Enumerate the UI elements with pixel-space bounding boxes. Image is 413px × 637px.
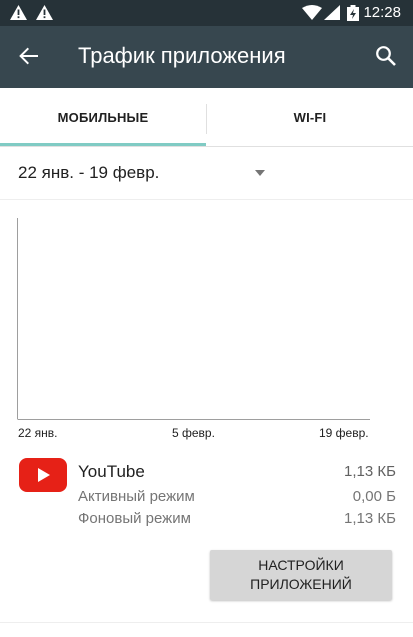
date-range-selector[interactable]: 22 янв. - 19 февр. [0, 147, 413, 200]
background-value: 1,13 КБ [344, 510, 396, 527]
app-total-usage: 1,13 КБ [344, 463, 396, 480]
app-settings-button-line1: НАСТРОЙКИ [258, 557, 344, 573]
date-range-label: 22 янв. - 19 февр. [18, 163, 160, 182]
app-settings-button-line2: ПРИЛОЖЕНИЙ [250, 576, 352, 592]
wifi-icon [302, 5, 322, 20]
status-time: 12:28 [363, 4, 401, 21]
signal-icon [324, 5, 340, 20]
divider [0, 622, 413, 623]
dropdown-arrow-icon [255, 170, 265, 176]
tab-mobile[interactable]: МОБИЛЬНЫЕ [0, 88, 206, 146]
foreground-value: 0,00 Б [352, 488, 396, 505]
tab-wifi[interactable]: WI-FI [207, 88, 413, 146]
youtube-icon [19, 458, 67, 492]
warning-icon [10, 5, 27, 20]
x-tick-label: 19 февр. [319, 426, 369, 440]
chart-plot-area [17, 218, 370, 420]
app-usage-item: YouTube 1,13 КБ Активный режим 0,00 Б Фо… [0, 452, 413, 532]
tab-bar: МОБИЛЬНЫЕ WI-FI [0, 88, 413, 147]
arrow-back-icon[interactable] [18, 45, 40, 67]
x-tick-label: 5 февр. [172, 426, 215, 440]
search-icon[interactable] [375, 45, 397, 67]
background-label: Фоновый режим [78, 510, 191, 527]
foreground-label: Активный режим [78, 488, 195, 505]
warning-icon [36, 5, 53, 20]
app-settings-button[interactable]: НАСТРОЙКИ ПРИЛОЖЕНИЙ [210, 550, 392, 600]
app-bar: Трафик приложения [0, 26, 413, 88]
status-bar: 12:28 [0, 0, 413, 26]
tab-indicator [0, 143, 206, 146]
x-tick-label: 22 янв. [18, 426, 58, 440]
page-title: Трафик приложения [78, 43, 286, 68]
battery-icon [347, 5, 359, 21]
usage-chart: 22 янв. 5 февр. 19 февр. [0, 200, 413, 440]
app-name: YouTube [78, 462, 145, 481]
